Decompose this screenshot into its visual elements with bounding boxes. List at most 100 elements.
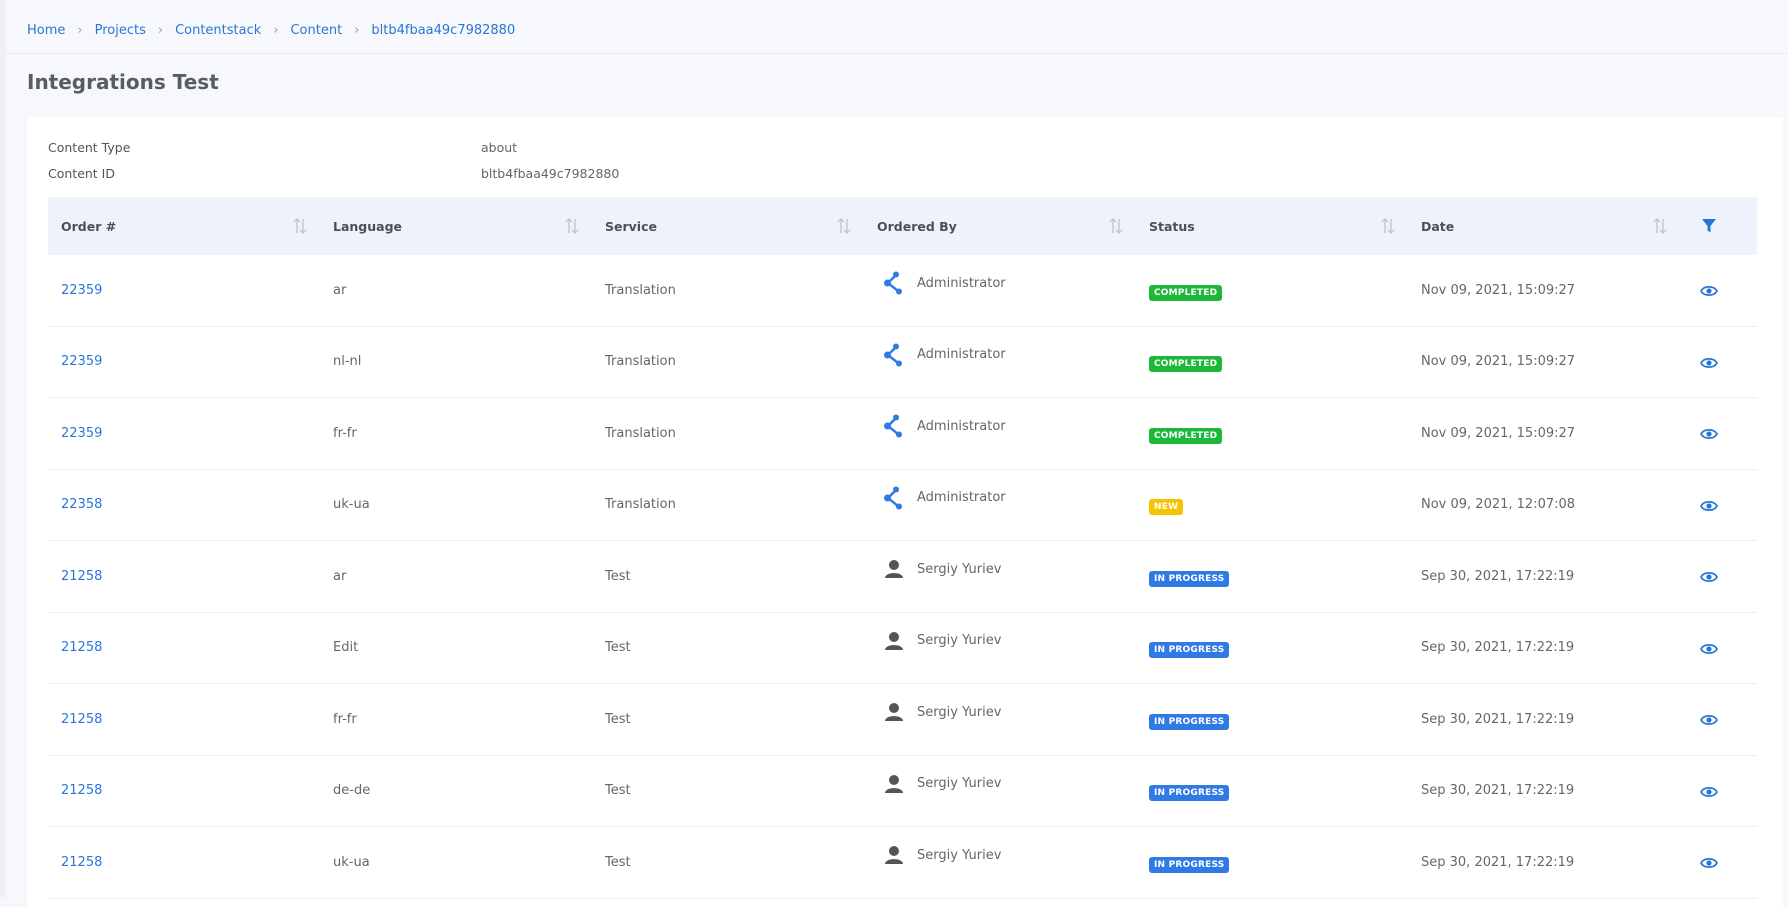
column-language-label: Language <box>333 218 403 234</box>
language-cell: de-de <box>333 783 371 799</box>
view-eye-icon[interactable] <box>1699 640 1719 658</box>
view-eye-icon[interactable] <box>1699 783 1719 801</box>
service-cell: Translation <box>605 354 676 370</box>
status-cell: IN PROGRESS <box>1136 541 1408 612</box>
date-cell: Nov 09, 2021, 15:09:27 <box>1421 425 1576 441</box>
service-cell: Test <box>605 640 631 656</box>
date-cell: Sep 30, 2021, 17:22:19 <box>1421 640 1575 656</box>
language-cell: fr-fr <box>333 425 357 441</box>
date-cell: Nov 09, 2021, 15:09:27 <box>1421 282 1576 298</box>
status-cell: IN PROGRESS <box>1136 756 1408 827</box>
status-badge: COMPLETED <box>1149 284 1223 301</box>
sort-icon[interactable] <box>1108 217 1124 235</box>
order-link[interactable]: 22359 <box>61 283 102 298</box>
view-eye-icon[interactable] <box>1699 711 1719 729</box>
column-date[interactable]: Date <box>1408 197 1680 255</box>
view-eye-icon[interactable] <box>1699 568 1719 586</box>
breadcrumb-home[interactable]: Home <box>27 23 65 38</box>
orderer-name: Sergiy Yuriev <box>917 847 1002 863</box>
column-ordered-by-label: Ordered By <box>877 218 957 234</box>
sort-icon[interactable] <box>1652 217 1668 235</box>
column-status[interactable]: Status <box>1136 197 1408 255</box>
status-cell: NEW <box>1136 470 1408 541</box>
status-badge: IN PROGRESS <box>1149 713 1230 730</box>
breadcrumb-content[interactable]: Content <box>290 23 342 38</box>
column-service[interactable]: Service <box>592 197 864 255</box>
breadcrumb-projects[interactable]: Projects <box>95 23 146 38</box>
ordered-by-cell: Sergiy Yuriev <box>864 827 1136 898</box>
user-icon <box>883 842 905 868</box>
status-badge: IN PROGRESS <box>1149 642 1230 659</box>
language-cell: fr-fr <box>333 711 357 727</box>
date-cell: Sep 30, 2021, 17:22:19 <box>1421 783 1575 799</box>
table-row: 22358 uk-ua Translation Administrator NEW Nov… <box>48 470 1757 541</box>
order-link[interactable]: 21258 <box>61 712 102 727</box>
orderer-name: Administrator <box>917 347 1006 363</box>
order-link[interactable]: 22359 <box>61 426 102 441</box>
orderer-name: Sergiy Yuriev <box>917 704 1002 720</box>
orderer: Administrator <box>877 342 1006 368</box>
service-cell: Translation <box>605 425 676 441</box>
orderer-name: Administrator <box>917 418 1006 434</box>
status-badge: IN PROGRESS <box>1149 856 1230 873</box>
breadcrumb-current: bltb4fbaa49c7982880 <box>371 22 516 38</box>
chevron-right-icon: › <box>77 22 83 38</box>
chevron-right-icon: › <box>354 22 360 38</box>
view-eye-icon[interactable] <box>1699 854 1719 872</box>
language-cell: uk-ua <box>333 854 370 870</box>
chevron-right-icon: › <box>273 22 279 38</box>
breadcrumb-divider <box>6 53 1788 54</box>
orderer: Sergiy Yuriev <box>877 699 1001 725</box>
ordered-by-cell: Administrator <box>864 470 1136 541</box>
table-row: 22359 ar Translation Administrator COMPLETED… <box>48 255 1757 327</box>
status-badge: IN PROGRESS <box>1149 785 1230 802</box>
status-badge: IN PROGRESS <box>1149 570 1230 587</box>
order-link[interactable]: 22358 <box>61 497 102 512</box>
column-order-label: Order # <box>61 218 117 234</box>
order-link[interactable]: 22359 <box>61 354 102 369</box>
order-link[interactable]: 21258 <box>61 640 102 655</box>
service-cell: Test <box>605 568 631 584</box>
table-body: 22359 ar Translation Administrator COMPLETED… <box>48 255 1757 899</box>
column-order[interactable]: Order # <box>48 197 320 255</box>
ordered-by-cell: Sergiy Yuriev <box>864 684 1136 755</box>
view-eye-icon[interactable] <box>1699 497 1719 515</box>
order-link[interactable]: 21258 <box>61 855 102 870</box>
status-cell: IN PROGRESS <box>1136 684 1408 755</box>
order-link[interactable]: 21258 <box>61 569 102 584</box>
table-row: 21258 uk-ua Test Sergiy Yuriev IN PROGRESS Se… <box>48 827 1757 899</box>
sort-icon[interactable] <box>564 217 580 235</box>
column-date-label: Date <box>1421 218 1455 234</box>
orderer: Administrator <box>877 270 1006 296</box>
ordered-by-cell: Administrator <box>864 398 1136 469</box>
ordered-by-cell: Sergiy Yuriev <box>864 541 1136 612</box>
column-ordered-by[interactable]: Ordered By <box>864 197 1136 255</box>
orderer: Sergiy Yuriev <box>877 842 1001 868</box>
view-eye-icon[interactable] <box>1699 425 1719 443</box>
table-row: 21258 fr-fr Test Sergiy Yuriev IN PROGRESS Se… <box>48 684 1757 756</box>
page-title: Integrations Test <box>27 70 219 94</box>
sort-icon[interactable] <box>1380 217 1396 235</box>
breadcrumb: Home › Projects › Contentstack › Content… <box>27 19 515 41</box>
order-link[interactable]: 21258 <box>61 783 102 798</box>
content-id-value: bltb4fbaa49c7982880 <box>481 166 620 181</box>
date-cell: Nov 09, 2021, 12:07:08 <box>1421 497 1576 513</box>
view-eye-icon[interactable] <box>1699 282 1719 300</box>
language-cell: ar <box>333 282 347 298</box>
left-edge <box>0 0 6 897</box>
orders-table: Order # Language Service Ordered By Stat… <box>48 197 1757 899</box>
user-icon <box>883 628 905 654</box>
sort-icon[interactable] <box>292 217 308 235</box>
view-eye-icon[interactable] <box>1699 354 1719 372</box>
status-badge: COMPLETED <box>1149 356 1223 373</box>
order-cell: 22358 <box>48 470 320 541</box>
service-cell: Test <box>605 711 631 727</box>
column-language[interactable]: Language <box>320 197 592 255</box>
breadcrumb-contentstack[interactable]: Contentstack <box>175 23 261 38</box>
user-icon <box>883 556 905 582</box>
language-cell: ar <box>333 568 347 584</box>
ordered-by-cell: Sergiy Yuriev <box>864 756 1136 827</box>
order-cell: 22359 <box>48 255 320 326</box>
filter-icon[interactable] <box>1700 217 1718 235</box>
sort-icon[interactable] <box>836 217 852 235</box>
